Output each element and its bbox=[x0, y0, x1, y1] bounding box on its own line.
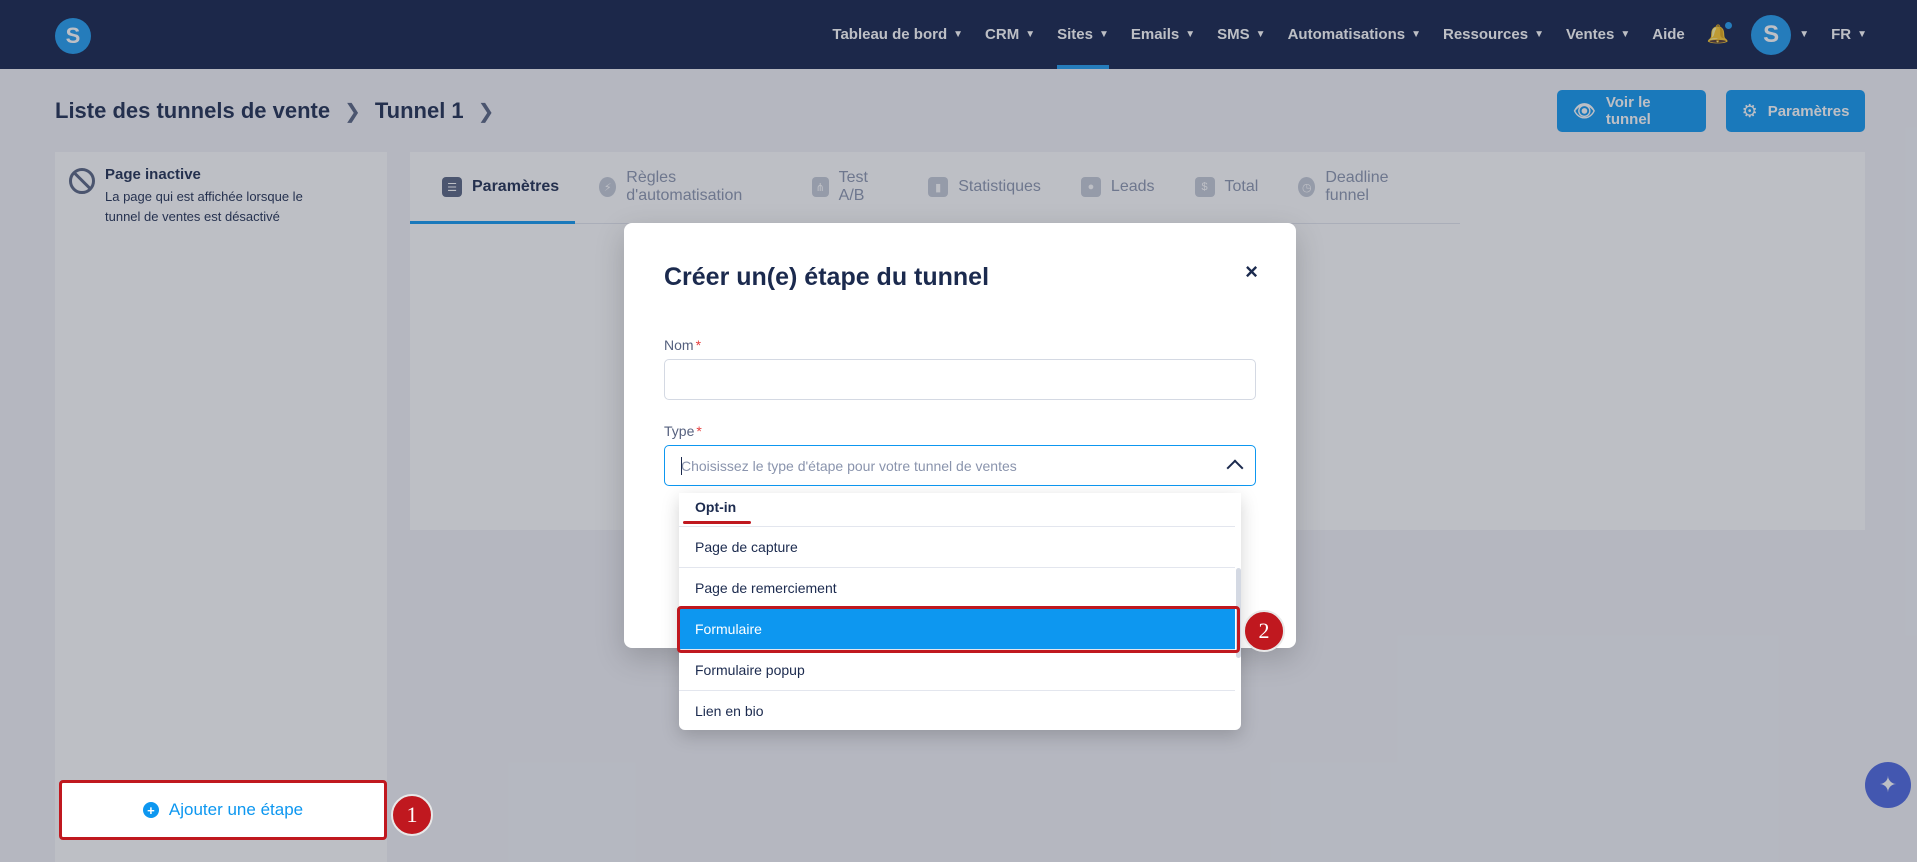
close-icon[interactable]: × bbox=[1245, 259, 1258, 285]
type-placeholder: Choisissez le type d'étape pour votre tu… bbox=[681, 457, 1017, 474]
annotation-marker-2: 2 bbox=[1243, 610, 1285, 652]
text-cursor bbox=[681, 457, 682, 475]
type-select[interactable]: Choisissez le type d'étape pour votre tu… bbox=[664, 445, 1256, 486]
plus-circle-icon: + bbox=[142, 802, 159, 818]
annotation-marker-1: 1 bbox=[391, 794, 433, 836]
name-input[interactable] bbox=[664, 359, 1256, 400]
annotation-highlight-form bbox=[677, 606, 1240, 653]
annotation-underline bbox=[683, 521, 751, 524]
modal-title: Créer un(e) étape du tunnel bbox=[664, 263, 990, 291]
option-link-in-bio[interactable]: Lien en bio bbox=[679, 690, 1235, 731]
name-label: Nom * bbox=[664, 337, 702, 353]
option-form-popup[interactable]: Formulaire popup bbox=[679, 649, 1235, 690]
add-step-button[interactable]: + Ajouter une étape bbox=[59, 780, 387, 840]
chevron-up-icon[interactable] bbox=[1226, 459, 1244, 477]
dropdown-group-optin: Opt-in bbox=[695, 499, 737, 515]
type-label: Type * bbox=[664, 423, 702, 439]
option-capture-page[interactable]: Page de capture bbox=[679, 526, 1235, 567]
option-thank-you-page[interactable]: Page de remerciement bbox=[679, 567, 1235, 608]
